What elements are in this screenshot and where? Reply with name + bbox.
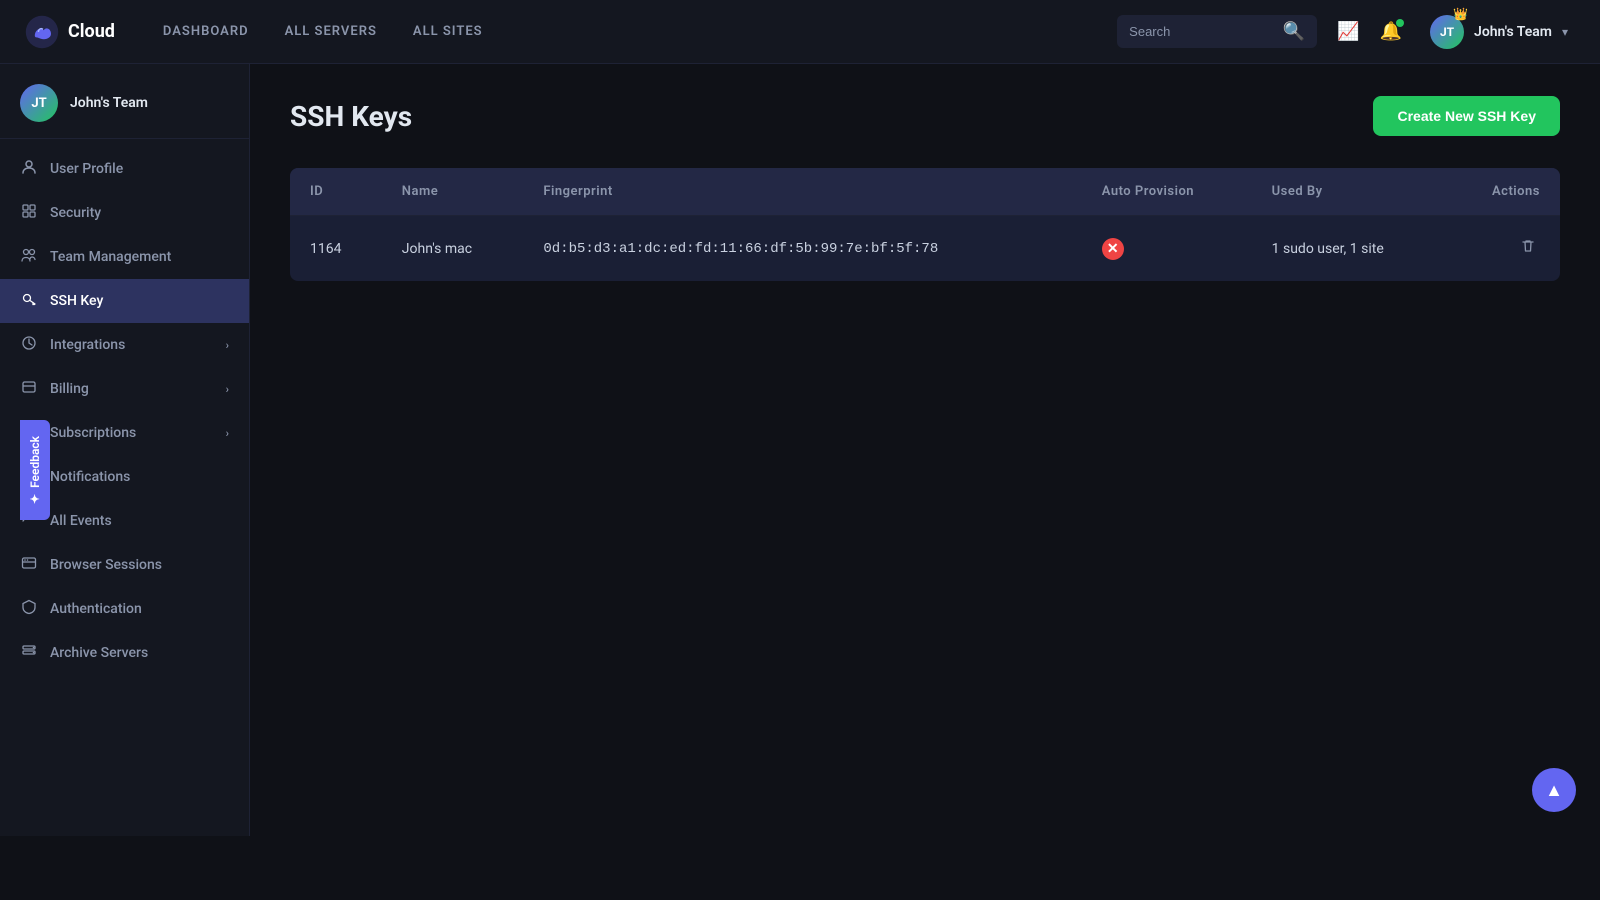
- logo[interactable]: Cloud: [24, 14, 115, 50]
- archive-servers-icon: [20, 643, 38, 663]
- notification-dot: [1396, 19, 1404, 27]
- sidebar-label-subscriptions: Subscriptions: [50, 425, 136, 441]
- chevron-down-icon: ▾: [1562, 25, 1568, 39]
- col-id: ID: [290, 168, 382, 216]
- feedback-label: Feedback: [28, 436, 42, 488]
- chevron-right-billing-icon: ›: [226, 383, 229, 396]
- cell-actions: [1447, 216, 1560, 282]
- cell-name: John's mac: [382, 216, 524, 282]
- sidebar-label-browser-sessions: Browser Sessions: [50, 557, 162, 573]
- scroll-to-top-button[interactable]: ▲: [1532, 768, 1576, 812]
- sidebar-item-browser-sessions[interactable]: Browser Sessions: [0, 543, 249, 587]
- browser-sessions-icon: [20, 555, 38, 575]
- sidebar-item-ssh-key[interactable]: SSH Key: [0, 279, 249, 323]
- sidebar-item-authentication[interactable]: Authentication: [0, 587, 249, 631]
- feedback-tab[interactable]: ✦ Feedback: [20, 420, 50, 520]
- user-icon: [20, 159, 38, 179]
- cell-id: 1164: [290, 216, 382, 282]
- activity-icon[interactable]: 📈: [1337, 21, 1359, 42]
- scroll-icon: ▲: [1545, 780, 1563, 801]
- nav-dashboard[interactable]: DASHBOARD: [163, 20, 249, 43]
- sidebar-item-security[interactable]: Security: [0, 191, 249, 235]
- sidebar-label-billing: Billing: [50, 381, 89, 397]
- cell-fingerprint: 0d:b5:d3:a1:dc:ed:fd:11:66:df:5b:99:7e:b…: [523, 216, 1081, 282]
- chevron-right-icon: ›: [226, 339, 229, 352]
- table-header: ID Name Fingerprint Auto Provision Used …: [290, 168, 1560, 216]
- chevron-right-subs-icon: ›: [226, 427, 229, 440]
- top-navigation: Cloud DASHBOARD ALL SERVERS ALL SITES 🔍 …: [0, 0, 1600, 64]
- nav-links: DASHBOARD ALL SERVERS ALL SITES: [163, 20, 1117, 43]
- sidebar-label-all-events: All Events: [50, 513, 112, 529]
- sidebar-item-team-management[interactable]: Team Management: [0, 235, 249, 279]
- sidebar-item-user-profile[interactable]: User Profile: [0, 147, 249, 191]
- sidebar-item-billing[interactable]: Billing ›: [0, 367, 249, 411]
- sidebar-label-authentication: Authentication: [50, 601, 142, 617]
- table-body: 1164 John's mac 0d:b5:d3:a1:dc:ed:fd:11:…: [290, 216, 1560, 282]
- sidebar-item-archive-servers[interactable]: Archive Servers: [0, 631, 249, 675]
- ssh-keys-table: ID Name Fingerprint Auto Provision Used …: [290, 168, 1560, 281]
- nav-all-sites[interactable]: ALL SITES: [413, 20, 483, 43]
- sidebar-item-integrations[interactable]: Integrations ›: [0, 323, 249, 367]
- avatar: JT 👑: [1430, 15, 1464, 49]
- nav-all-servers[interactable]: ALL SERVERS: [285, 20, 377, 43]
- table-row: 1164 John's mac 0d:b5:d3:a1:dc:ed:fd:11:…: [290, 216, 1560, 282]
- logo-text: Cloud: [68, 21, 115, 42]
- ssh-keys-table-container: ID Name Fingerprint Auto Provision Used …: [290, 168, 1560, 281]
- feedback-star-icon: ✦: [28, 494, 42, 504]
- integrations-icon: [20, 335, 38, 355]
- page-title: SSH Keys: [290, 100, 412, 133]
- cell-used-by: 1 sudo user, 1 site: [1252, 216, 1447, 282]
- user-name: John's Team: [1474, 24, 1552, 40]
- col-actions: Actions: [1447, 168, 1560, 216]
- sidebar-label-user-profile: User Profile: [50, 161, 123, 177]
- sidebar-label-team-management: Team Management: [50, 249, 171, 265]
- col-used-by: Used By: [1252, 168, 1447, 216]
- create-ssh-key-button[interactable]: Create New SSH Key: [1373, 96, 1560, 136]
- authentication-icon: [20, 599, 38, 619]
- cell-auto-provision: ✕: [1082, 216, 1252, 282]
- user-menu[interactable]: JT 👑 John's Team ▾: [1422, 11, 1576, 53]
- auto-provision-false-icon: ✕: [1102, 238, 1124, 260]
- ssh-key-icon: [20, 291, 38, 311]
- layout: JT John's Team User Profile Security: [0, 64, 1600, 836]
- sidebar-user: JT John's Team: [0, 64, 249, 139]
- search-icon: 🔍: [1283, 21, 1305, 42]
- search-input[interactable]: [1129, 24, 1275, 39]
- col-name: Name: [382, 168, 524, 216]
- notification-wrapper[interactable]: 🔔: [1380, 21, 1402, 42]
- sidebar-label-notifications: Notifications: [50, 469, 130, 485]
- sidebar-nav: User Profile Security Team Management SS…: [0, 139, 249, 683]
- security-icon: [20, 203, 38, 223]
- team-icon: [20, 247, 38, 267]
- sidebar-user-name: John's Team: [70, 95, 148, 111]
- sidebar-label-security: Security: [50, 205, 101, 221]
- col-auto-provision: Auto Provision: [1082, 168, 1252, 216]
- search-box[interactable]: 🔍: [1117, 15, 1317, 48]
- crown-icon: 👑: [1453, 7, 1468, 21]
- sidebar-label-ssh-key: SSH Key: [50, 293, 103, 309]
- delete-row-button[interactable]: [1516, 234, 1540, 263]
- main-content: SSH Keys Create New SSH Key ID Name Fing…: [250, 64, 1600, 836]
- billing-icon: [20, 379, 38, 399]
- table-header-row: ID Name Fingerprint Auto Provision Used …: [290, 168, 1560, 216]
- sidebar-avatar: JT: [20, 84, 58, 122]
- nav-right: 🔍 📈 🔔 JT 👑 John's Team ▾: [1117, 11, 1576, 53]
- sidebar-label-archive-servers: Archive Servers: [50, 645, 148, 661]
- sidebar-label-integrations: Integrations: [50, 337, 125, 353]
- page-header: SSH Keys Create New SSH Key: [290, 96, 1560, 136]
- col-fingerprint: Fingerprint: [523, 168, 1081, 216]
